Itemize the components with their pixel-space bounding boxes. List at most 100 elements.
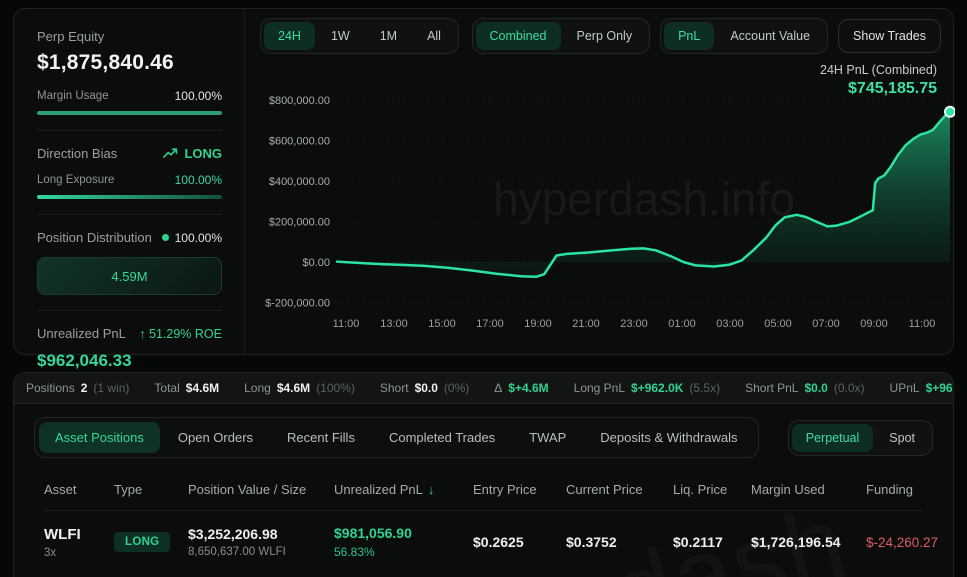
margin-usage-bar-fill	[37, 111, 222, 115]
mode-group: Combined Perp Only	[472, 18, 651, 54]
pnl-chart[interactable]: hyperdash.info11:0013:0015:0017:0019:002…	[250, 75, 955, 338]
table-row[interactable]: WLFI 3x LONG $3,252,206.98 8,650,637.00 …	[44, 511, 923, 575]
asset-leverage: 3x	[44, 547, 114, 559]
overview-card: Perp Equity $1,875,840.46 Margin Usage 1…	[13, 8, 954, 355]
position-distribution-label: Position Distribution	[37, 230, 152, 245]
summary-short-pnl: Short PnL $0.0 (0.0x)	[745, 381, 864, 395]
tab-deposits-withdrawals[interactable]: Deposits & Withdrawals	[584, 422, 753, 453]
tab-recent-fills[interactable]: Recent Fills	[271, 422, 371, 453]
cell-margin-used: $1,726,196.54	[751, 534, 866, 550]
summary-positions: Positions 2 (1 win)	[26, 381, 129, 395]
x-axis-tick: 21:00	[572, 318, 600, 330]
unrealized-pnl-value: $962,046.33	[37, 351, 222, 371]
summary-label: Short	[380, 381, 409, 395]
arrow-up-icon: ↑	[139, 327, 145, 341]
position-distribution-amount: 4.59M	[111, 269, 147, 284]
summary-value: $0.0	[415, 381, 438, 395]
summary-upnl: UPnL $+962.0K (50% win)	[890, 381, 954, 395]
header-type[interactable]: Type	[114, 482, 188, 497]
x-axis-tick: 13:00	[380, 318, 408, 330]
x-axis-tick: 01:00	[668, 318, 696, 330]
margin-usage-bar	[37, 111, 222, 115]
summary-value: $+962.0K	[631, 381, 683, 395]
header-asset[interactable]: Asset	[44, 482, 114, 497]
unrealized-pnl-label: Unrealized PnL	[37, 326, 126, 341]
summary-label: Short PnL	[745, 381, 798, 395]
summary-long-pnl: Long PnL $+962.0K (5.5x)	[574, 381, 720, 395]
summary-long: Long $4.6M (100%)	[244, 381, 355, 395]
divider	[37, 130, 222, 131]
x-axis-tick: 05:00	[764, 318, 792, 330]
header-margin-used[interactable]: Margin Used	[751, 482, 866, 497]
roe-text: 51.29% ROE	[149, 327, 222, 341]
summary-value: 2	[81, 381, 88, 395]
positions-table: Asset Type Position Value / Size Unreali…	[14, 472, 953, 575]
tab-completed-trades[interactable]: Completed Trades	[373, 422, 511, 453]
stats-panel: Perp Equity $1,875,840.46 Margin Usage 1…	[14, 9, 245, 354]
pnl-endpoint-dot	[945, 107, 955, 117]
tab-asset-positions[interactable]: Asset Positions	[39, 422, 160, 453]
upnl-value: $981,056.90	[334, 525, 473, 541]
long-exposure-bar	[37, 195, 222, 199]
summary-label: Total	[154, 381, 179, 395]
tab-spot[interactable]: Spot	[875, 424, 929, 452]
sort-desc-icon: ↓	[428, 482, 435, 497]
header-position-value[interactable]: Position Value / Size	[188, 482, 334, 497]
metric-tab-pnl[interactable]: PnL	[664, 22, 714, 50]
perp-equity-label: Perp Equity	[37, 29, 222, 44]
long-exposure-label: Long Exposure	[37, 174, 114, 186]
cell-asset: WLFI 3x	[44, 526, 114, 559]
show-trades-button[interactable]: Show Trades	[838, 19, 941, 53]
x-axis-tick: 17:00	[476, 318, 504, 330]
mode-tab-combined[interactable]: Combined	[476, 22, 561, 50]
asset-symbol: WLFI	[44, 526, 114, 543]
header-funding[interactable]: Funding	[866, 482, 923, 497]
positions-tabs-row: Asset Positions Open Orders Recent Fills…	[14, 404, 953, 458]
x-axis-tick: 23:00	[620, 318, 648, 330]
summary-extra: (1 win)	[93, 381, 129, 395]
cell-type: LONG	[114, 532, 188, 552]
y-axis-tick: $-200,000.00	[265, 298, 330, 310]
range-tab-all[interactable]: All	[413, 22, 455, 50]
metric-tab-account-value[interactable]: Account Value	[716, 22, 824, 50]
summary-value: $+962.0K	[926, 381, 954, 395]
divider	[37, 310, 222, 311]
header-entry-price[interactable]: Entry Price	[473, 482, 566, 497]
direction-bias-value: LONG	[163, 146, 222, 161]
header-liq-price[interactable]: Liq. Price	[673, 482, 751, 497]
roe-value: ↑ 51.29% ROE	[139, 327, 222, 341]
cell-unrealized-pnl: $981,056.90 56.83%	[334, 525, 473, 559]
range-tab-1m[interactable]: 1M	[366, 22, 411, 50]
summary-value: $4.6M	[277, 381, 310, 395]
header-unrealized-pnl[interactable]: Unrealized PnL ↓	[334, 482, 473, 497]
y-axis-tick: $400,000.00	[269, 176, 330, 188]
direction-bias-text: LONG	[184, 146, 222, 161]
cell-entry-price: $0.2625	[473, 534, 566, 550]
summary-extra: (5.5x)	[689, 381, 720, 395]
chart-controls: 24H 1W 1M All Combined Perp Only PnL Acc…	[260, 18, 941, 54]
positions-summary-bar: Positions 2 (1 win) Total $4.6M Long $4.…	[14, 373, 953, 404]
tab-open-orders[interactable]: Open Orders	[162, 422, 269, 453]
position-distribution-segment[interactable]: 4.59M	[37, 257, 222, 295]
position-distribution-pct: 100.00%	[162, 231, 222, 245]
x-axis-tick: 09:00	[860, 318, 888, 330]
long-exposure-value: 100.00%	[175, 173, 222, 187]
trending-up-icon	[163, 148, 178, 159]
tab-twap[interactable]: TWAP	[513, 422, 582, 453]
y-axis-tick: $600,000.00	[269, 136, 330, 148]
y-axis-tick: $0.00	[302, 257, 330, 269]
dashboard-page: Perp Equity $1,875,840.46 Margin Usage 1…	[0, 0, 967, 577]
range-tab-1w[interactable]: 1W	[317, 22, 364, 50]
tab-perpetual[interactable]: Perpetual	[792, 424, 874, 452]
summary-label: Long	[244, 381, 271, 395]
range-tab-24h[interactable]: 24H	[264, 22, 315, 50]
delta-icon: Δ	[494, 381, 502, 395]
x-axis-tick: 11:00	[333, 318, 360, 330]
summary-extra: (0.0x)	[834, 381, 865, 395]
margin-usage-value: 100.00%	[175, 89, 222, 103]
mode-tab-perp-only[interactable]: Perp Only	[563, 22, 647, 50]
header-current-price[interactable]: Current Price	[566, 482, 673, 497]
green-dot-icon	[162, 234, 169, 241]
market-type-group: Perpetual Spot	[788, 420, 933, 456]
chart-right-controls: Combined Perp Only PnL Account Value Sho…	[472, 18, 941, 54]
